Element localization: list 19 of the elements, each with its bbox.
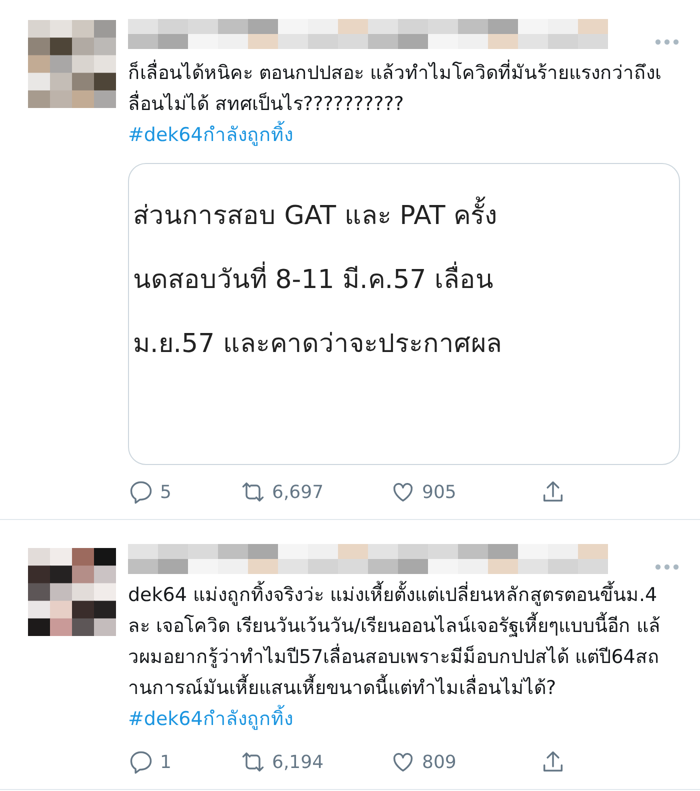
- count: 6,194: [272, 750, 324, 774]
- like-button[interactable]: 809: [390, 748, 540, 776]
- retweet-button[interactable]: 6,697: [240, 478, 390, 506]
- count: 809: [422, 750, 456, 774]
- count: 5: [160, 480, 172, 504]
- media-text: ส่วนการสอบ GAT และ PAT ครั้ง: [133, 184, 498, 248]
- reply-button[interactable]: 1: [128, 748, 240, 776]
- count: 6,697: [272, 480, 324, 504]
- reply-icon: [128, 479, 154, 505]
- media-text: ม.ย.57 และคาดว่าจะประกาศผล: [133, 328, 502, 361]
- reply-icon: [128, 749, 154, 775]
- like-button[interactable]: 905: [390, 478, 540, 506]
- retweet-button[interactable]: 6,194: [240, 748, 390, 776]
- reply-button[interactable]: 5: [128, 478, 240, 506]
- tweet-text: dek64 แม่งถูกทิ้งจริงว่ะ แม่งเหี้ยตั้งแต่เปลี่ยนหลักสูตรตอนขึ้นม.4ละ เจอโควิด เรียนวันเว้นวัน/เรียนออนไลน์เจอรัฐเหี้ยๆแบบนี้อีก แล้วผมอยากรู้ว่าทำไมปี57เลื่อนสอบเพราะมีม็อบกปปสได้ แต่ปี64สถานการณ์มันเหี้ยแสนเหี้ยขนาดนี้แต่ทำไมเลื่อนไม่ได้? #dek64กำลังถูกทิ้ง: [128, 580, 680, 735]
- count: 1: [160, 750, 172, 774]
- media-text: นดสอบวันที่ 8-11 มี.ค.57 เลื่อน: [133, 248, 494, 312]
- tweet-text: ก็เลื่อนได้หนิคะ ตอนกปปสอะ แล้วทำไมโควิดที่มันร้ายแรงกว่าถึงเลื่อนไม่ได้ สทศเป็นไร??????????: [128, 58, 680, 120]
- count: 905: [422, 480, 456, 504]
